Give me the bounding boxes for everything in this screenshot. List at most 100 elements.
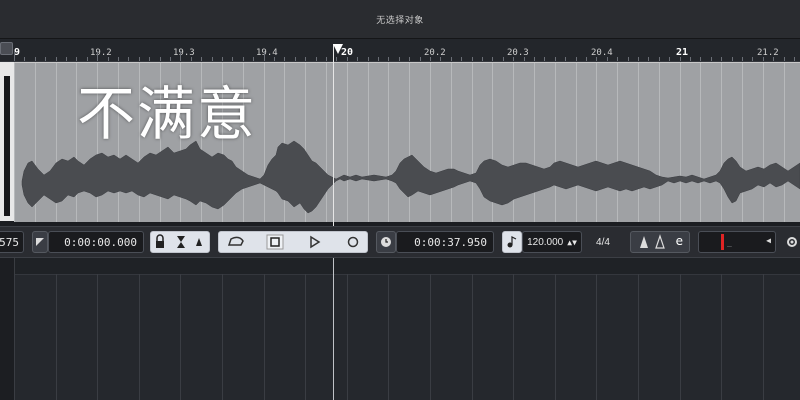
stop-button[interactable]: [266, 234, 284, 250]
ruler-tick: [690, 57, 691, 61]
ruler-tick: [565, 57, 567, 61]
ruler-tick: [253, 57, 255, 61]
ruler-tick: [461, 57, 463, 61]
ruler-tick: [606, 57, 608, 61]
metronome-letter: e: [675, 234, 683, 248]
metronome-icon[interactable]: [640, 236, 648, 248]
lower-grid-line: [263, 274, 265, 400]
ruler-tick: [242, 57, 244, 61]
ruler-tick: [752, 57, 754, 61]
ruler-tick: [669, 57, 671, 61]
ruler-label: 20.4: [591, 48, 613, 58]
play-icon[interactable]: [310, 235, 321, 249]
lower-grid-line: [180, 274, 182, 400]
ruler-label: 21.2: [757, 48, 779, 58]
title-bar: 无选择对象: [0, 0, 800, 39]
ruler-tick: [388, 57, 390, 61]
snap-lock-group[interactable]: [150, 231, 210, 253]
ruler-tick: [648, 57, 650, 61]
ruler-tick: [263, 51, 265, 61]
ruler-tick: [367, 57, 369, 61]
ruler-tick: [357, 57, 359, 61]
overlay-caption: 不满意: [77, 80, 258, 148]
ruler-tick: [492, 57, 494, 61]
lower-grid-line: [554, 274, 556, 400]
ruler-tick: [45, 57, 47, 61]
lower-grid-line: [471, 274, 473, 400]
ruler-tick: [34, 57, 36, 61]
left-value: 575: [0, 235, 19, 249]
playhead-line[interactable]: [333, 44, 334, 226]
ruler-tick: [190, 57, 192, 61]
ruler-tick: [544, 57, 546, 61]
ruler-tick: [482, 57, 483, 61]
ruler-tick: [554, 57, 556, 61]
ruler-tick: [159, 57, 161, 61]
precount-icon[interactable]: [655, 234, 665, 249]
ruler-tick: [128, 57, 130, 61]
position-time: 0:00:00.000: [64, 235, 137, 249]
left-value-display[interactable]: 575: [0, 231, 24, 253]
ruler-tick: [471, 57, 473, 61]
gear-icon[interactable]: [784, 231, 800, 253]
cycle-time: 0:00:37.950: [414, 235, 487, 249]
ruler-zoom-icon[interactable]: [0, 42, 13, 55]
meter-arrow-icon[interactable]: ◀: [766, 236, 771, 245]
lock-icon[interactable]: [152, 234, 208, 250]
level-meter[interactable]: _ ◀: [698, 231, 776, 253]
ruler-tick: [700, 57, 702, 61]
ruler-tick: [794, 57, 795, 61]
ruler-tick: [710, 57, 712, 61]
ruler-tick: [14, 51, 15, 61]
ruler-tick: [315, 57, 317, 61]
time-signature: 4/4: [596, 236, 610, 248]
ruler-tick: [107, 57, 109, 61]
ruler-tick: [24, 57, 26, 61]
audio-event[interactable]: 不满意: [14, 62, 800, 222]
ruler-tick: [658, 57, 660, 61]
lower-grid-line: [638, 274, 639, 400]
clock-icon[interactable]: [376, 231, 396, 253]
ruler-tick: [326, 57, 327, 61]
lower-grid-line: [513, 274, 515, 400]
ruler-tick: [336, 57, 338, 61]
cycle-time-display[interactable]: 0:00:37.950: [396, 231, 494, 253]
timeline-ruler[interactable]: 9 19.2 19.3 19.4 20 20.2 20.3 20.4 21 21…: [0, 39, 800, 62]
ruler-tick: [617, 57, 619, 61]
lower-editor[interactable]: [0, 258, 800, 400]
ruler-label: 20.2: [424, 48, 446, 58]
ruler-label: 20.3: [507, 48, 529, 58]
lower-grid-line: [430, 274, 431, 400]
record-icon[interactable]: [347, 236, 359, 248]
ruler-tick: [679, 57, 681, 61]
ruler-tick: [66, 57, 67, 61]
lower-ruler[interactable]: [0, 258, 800, 275]
ruler-tick: [86, 57, 88, 61]
ruler-tick: [76, 57, 78, 61]
ruler-tick: [305, 57, 307, 61]
lower-playhead-line: [333, 258, 334, 400]
position-time-display[interactable]: 0:00:00.000: [48, 231, 144, 253]
ruler-tick: [638, 57, 639, 61]
ruler-tick: [284, 57, 286, 61]
lower-grid-line: [138, 274, 140, 400]
cycle-icon[interactable]: [227, 236, 244, 246]
ruler-tick: [398, 57, 400, 61]
lower-grid-line: [596, 274, 598, 400]
lower-grid-line: [305, 274, 307, 400]
ruler-tick: [513, 57, 515, 61]
ruler-tick: [502, 57, 504, 61]
playhead-marker-icon[interactable]: [333, 44, 343, 54]
tempo-note-icon[interactable]: [502, 231, 522, 253]
tempo-field[interactable]: 120.000 ▲▼: [522, 231, 582, 253]
signature-field[interactable]: 4/4: [584, 231, 622, 253]
window-title: 无选择对象: [376, 15, 424, 26]
metronome-group[interactable]: e: [630, 231, 690, 253]
ruler-tick: [534, 57, 535, 61]
ruler-tick: [55, 57, 57, 61]
locator-left-icon[interactable]: [32, 231, 48, 253]
lower-grid-line: [55, 274, 57, 400]
lower-track-strip[interactable]: [0, 258, 15, 400]
lower-grid-line: [14, 274, 15, 400]
tempo-stepper-icon[interactable]: ▲▼: [567, 238, 577, 247]
